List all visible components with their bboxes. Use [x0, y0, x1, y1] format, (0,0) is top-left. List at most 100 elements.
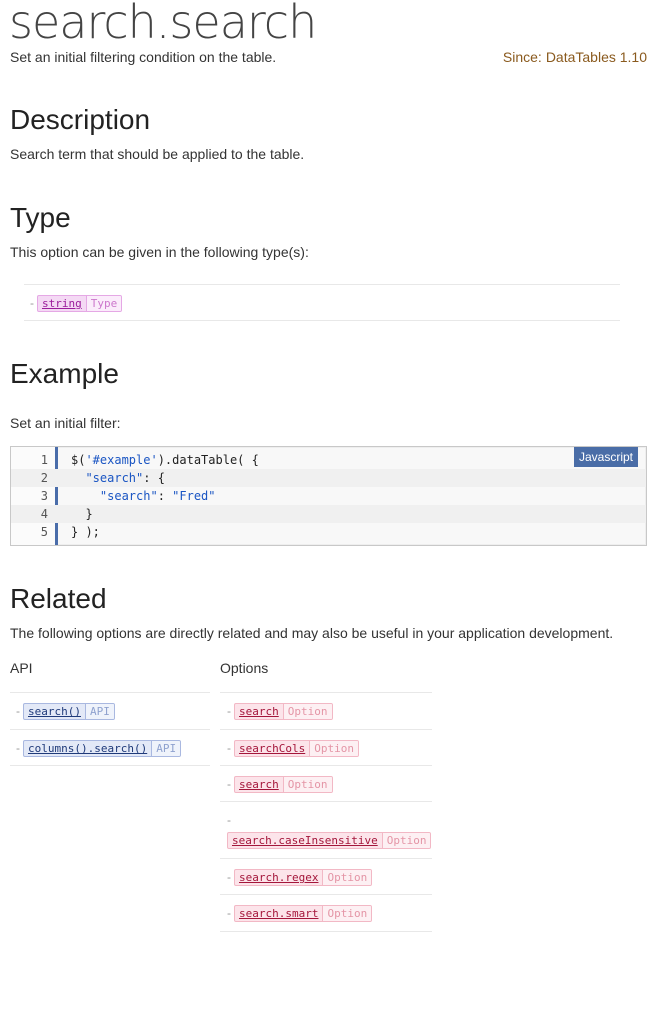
code-plain [71, 471, 85, 485]
list-dash: - [16, 741, 20, 755]
code-source: $('#example').dataTable( { [71, 451, 259, 469]
page-title: search.search [9, 0, 317, 49]
type-text: This option can be given in the followin… [10, 244, 309, 260]
option-item[interactable]: - search Option [227, 775, 333, 794]
code-line: 3 "search": "Fred" [11, 487, 646, 505]
type-item[interactable]: - string Type [30, 294, 123, 313]
line-number: 3 [40, 489, 48, 503]
api-tag[interactable]: search() API [23, 703, 115, 721]
api-tag-name[interactable]: search() [24, 704, 85, 719]
divider [10, 692, 210, 693]
since-label: Since: [502, 49, 542, 65]
list-dash: - [227, 741, 231, 755]
code-plain: } ); [71, 525, 100, 539]
code-source: "search": { [71, 469, 165, 487]
code-string: '#example' [85, 453, 158, 467]
option-item[interactable]: - search.regex Option [227, 868, 373, 887]
code-line: 5 } ); [11, 523, 646, 541]
code-source: } ); [71, 523, 100, 541]
type-tag[interactable]: string Type [37, 295, 123, 313]
description-text: Search term that should be applied to th… [10, 146, 305, 162]
option-tag-name[interactable]: searchCols [235, 741, 309, 756]
divider [220, 931, 432, 932]
option-item[interactable]: - searchCols Option [227, 739, 359, 758]
option-tag-name[interactable]: search.smart [235, 906, 322, 921]
type-tag-kind: Type [85, 296, 122, 312]
type-heading: Type [10, 202, 71, 233]
option-tag[interactable]: search Option [234, 703, 333, 721]
option-tag-kind: Option [322, 870, 372, 886]
line-number: 1 [40, 453, 48, 467]
divider [220, 765, 432, 766]
api-item[interactable]: - columns().search() API [16, 739, 182, 758]
options-column-header: Options [220, 660, 269, 676]
option-tag[interactable]: search.regex Option [234, 869, 373, 887]
option-tag[interactable]: searchCols Option [234, 740, 359, 758]
divider [24, 320, 620, 321]
list-dash: - [227, 704, 231, 718]
api-item[interactable]: - search() API [16, 702, 115, 721]
list-dash: - [30, 296, 34, 310]
api-tag[interactable]: columns().search() API [23, 740, 182, 758]
code-plain: } [71, 507, 93, 521]
code-string: "search" [85, 471, 144, 485]
code-plain: : { [143, 471, 165, 485]
divider [24, 284, 620, 285]
option-item[interactable]: - search Option [227, 702, 333, 721]
option-tag-name[interactable]: search.caseInsensitive [228, 833, 382, 848]
type-tag-name[interactable]: string [38, 296, 86, 311]
related-text: The following options are directly relat… [10, 625, 614, 641]
since-value: DataTables 1.10 [545, 49, 647, 65]
line-number: 5 [40, 525, 48, 539]
api-tag-kind: API [151, 741, 181, 757]
list-dash: - [227, 813, 231, 827]
since-version: Since: DataTables 1.10 [503, 49, 647, 65]
option-tag-name[interactable]: search.regex [235, 870, 322, 885]
divider [220, 801, 432, 802]
divider [10, 765, 210, 766]
code-line: 4 } [11, 505, 646, 523]
description-heading: Description [10, 104, 151, 135]
code-block: 1 $('#example').dataTable( { 2 "search": … [10, 446, 647, 546]
api-column-header: API [10, 660, 33, 676]
option-tag-kind: Option [309, 741, 358, 757]
code-string: "Fred" [172, 489, 216, 503]
divider [220, 858, 432, 859]
option-tag-kind: Option [322, 906, 372, 922]
option-item[interactable]: - search.caseInsensitive Option [227, 811, 432, 850]
api-tag-name[interactable]: columns().search() [24, 741, 151, 756]
option-tag-kind: Option [381, 833, 431, 849]
related-heading: Related [10, 583, 107, 614]
code-string: "search" [99, 489, 158, 503]
code-source: } [71, 505, 93, 523]
code-plain: : [157, 489, 173, 503]
code-plain: $( [71, 453, 86, 467]
divider [220, 729, 432, 730]
language-badge: Javascript [573, 447, 638, 467]
divider [220, 692, 432, 693]
list-dash: - [227, 906, 231, 920]
divider [220, 894, 432, 895]
option-tag[interactable]: search.caseInsensitive Option [227, 832, 432, 850]
code-line: 2 "search": { [11, 469, 646, 487]
option-tag-kind: Option [282, 704, 332, 720]
code-source: "search": "Fred" [71, 487, 216, 505]
code-line: 1 $('#example').dataTable( { [11, 451, 646, 469]
example-heading: Example [10, 358, 119, 389]
list-dash: - [227, 777, 231, 791]
divider [10, 729, 210, 730]
api-tag-kind: API [84, 704, 114, 720]
option-tag-kind: Option [282, 777, 332, 793]
code-plain: ).dataTable( { [157, 453, 259, 467]
option-tag-name[interactable]: search [235, 704, 283, 719]
example-text: Set an initial filter: [10, 415, 121, 431]
option-item[interactable]: - search.smart Option [227, 904, 373, 923]
option-tag[interactable]: search Option [234, 776, 333, 794]
option-tag[interactable]: search.smart Option [234, 905, 373, 923]
line-number: 4 [40, 507, 48, 521]
list-dash: - [16, 704, 20, 718]
code-plain [71, 489, 100, 503]
page-subtitle: Set an initial filtering condition on th… [10, 49, 277, 65]
option-tag-name[interactable]: search [235, 777, 283, 792]
list-dash: - [227, 870, 231, 884]
